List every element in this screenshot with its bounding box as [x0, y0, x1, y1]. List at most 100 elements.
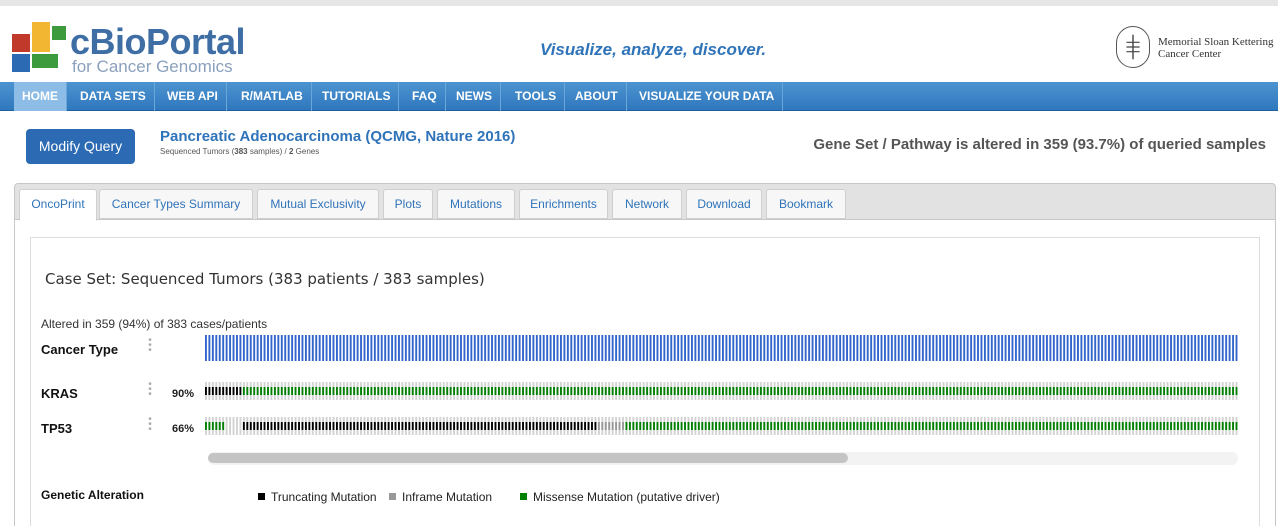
kras-alteration-cell	[487, 387, 490, 395]
study-subtitle: Sequenced Tumors (383 samples) / 2 Genes	[160, 147, 319, 156]
cancer-type-cell	[525, 335, 528, 361]
tp53-alteration-cell	[780, 422, 783, 430]
kras-alteration-cell	[687, 387, 690, 395]
cancer-type-cell	[580, 335, 583, 361]
tp53-alteration-cell	[911, 422, 914, 430]
kras-alteration-cell	[577, 387, 580, 395]
kras-alteration-cell	[1039, 387, 1041, 395]
cancer-type-cell	[342, 335, 345, 361]
kras-alteration-cell	[863, 387, 866, 395]
kras-alteration-cell	[1228, 387, 1231, 395]
cancer-type-cell	[267, 335, 269, 361]
nav-web-api[interactable]: WEB API	[159, 82, 227, 111]
kras-alteration-cell	[1180, 387, 1183, 395]
cancer-type-cell	[835, 335, 838, 361]
nav-home[interactable]: HOME	[14, 82, 67, 111]
tab-mutual-exclusivity[interactable]: Mutual Exclusivity	[257, 189, 379, 219]
cbioportal-logo-icon[interactable]	[12, 22, 66, 74]
study-title[interactable]: Pancreatic Adenocarcinoma (QCMG, Nature …	[160, 128, 515, 145]
kras-alteration-cell	[294, 387, 297, 395]
nav-visualize-your-data[interactable]: VISUALIZE YOUR DATA	[631, 82, 784, 111]
tp53-alteration-cell	[1025, 422, 1028, 430]
cancer-type-cell	[987, 335, 990, 361]
tp53-alteration-cell	[1018, 422, 1021, 430]
cancer-type-cell	[411, 335, 414, 361]
kras-alteration-cell	[463, 387, 466, 395]
tp53-alteration-cell	[1156, 422, 1159, 430]
nav-r-matlab[interactable]: R/MATLAB	[233, 82, 312, 111]
cancer-type-cell	[932, 335, 935, 361]
tp53-alteration-cell	[1083, 422, 1086, 430]
modify-query-button[interactable]: Modify Query	[26, 129, 135, 164]
cancer-type-cell	[1187, 335, 1190, 361]
cancer-type-cell	[859, 335, 862, 361]
site-header: cBioPortal for Cancer Genomics Visualize…	[0, 6, 1278, 78]
kras-alteration-cell	[1142, 387, 1145, 395]
tp53-alteration-cell	[508, 422, 511, 430]
cancer-type-cell	[573, 335, 576, 361]
tp53-alteration-cell	[1152, 422, 1155, 430]
nav-about[interactable]: ABOUT	[567, 82, 627, 111]
cancer-type-cell	[553, 335, 556, 361]
cancer-type-cell	[632, 335, 635, 361]
tp53-alteration-cell	[687, 422, 690, 430]
track-menu-icon[interactable]: • • •	[148, 380, 152, 400]
kras-alteration-cell	[794, 387, 797, 395]
tp53-alteration-cell	[966, 422, 969, 430]
tab-plots[interactable]: Plots	[383, 189, 433, 219]
kras-alteration-cell	[236, 387, 238, 395]
tp53-alteration-cell	[728, 422, 731, 430]
cancer-type-cell	[1070, 335, 1073, 361]
kras-alteration-cell	[1018, 387, 1021, 395]
brand-title[interactable]: cBioPortal	[70, 24, 246, 60]
tp53-alteration-cell	[739, 422, 742, 430]
cancer-type-cell	[759, 335, 762, 361]
kras-alteration-cell	[1173, 387, 1176, 395]
tp53-alteration-cell	[484, 422, 487, 430]
nav-data-sets[interactable]: DATA SETS	[72, 82, 155, 111]
cancer-type-cell	[1042, 335, 1045, 361]
tp53-alteration-cell	[697, 422, 700, 430]
cancer-type-cell	[1087, 335, 1090, 361]
scrollbar-thumb[interactable]	[208, 453, 848, 463]
track-menu-icon[interactable]: • • •	[148, 415, 152, 435]
tp53-alteration-cell	[715, 422, 718, 430]
tab-oncoprint[interactable]: OncoPrint	[19, 189, 97, 221]
kras-alteration-cell	[646, 387, 649, 395]
kras-alteration-cell	[983, 387, 986, 395]
cancer-type-cell	[1139, 335, 1141, 361]
tab-network[interactable]: Network	[612, 189, 682, 219]
tab-download[interactable]: Download	[686, 189, 762, 219]
tab-bookmark[interactable]: Bookmark	[766, 189, 846, 219]
nav-tutorials[interactable]: TUTORIALS	[314, 82, 400, 111]
kras-alteration-cell	[987, 387, 990, 395]
tab-enrichments[interactable]: Enrichments	[519, 189, 608, 219]
cancer-type-cell	[1045, 335, 1048, 361]
nav-tools[interactable]: TOOLS	[507, 82, 566, 111]
kras-alteration-cell	[222, 387, 225, 395]
cancer-type-cell	[353, 335, 356, 361]
kras-alteration-cell	[618, 387, 621, 395]
legend-item: Truncating Mutation	[258, 490, 377, 504]
kras-alteration-cell	[963, 387, 966, 395]
nav-news[interactable]: NEWS	[448, 82, 501, 111]
tp53-alteration-cell	[273, 422, 276, 430]
tp53-alteration-cell	[894, 422, 897, 430]
cancer-type-cell	[990, 335, 993, 361]
track-menu-icon[interactable]: • • •	[148, 336, 152, 356]
legend-swatch-icon	[520, 493, 527, 500]
cancer-type-cell	[370, 335, 373, 361]
kras-alteration-cell	[504, 387, 507, 395]
cancer-type-cell	[232, 335, 235, 361]
mskcc-seal-icon[interactable]	[1116, 26, 1150, 68]
tab-mutations[interactable]: Mutations	[437, 189, 515, 219]
oncoprint-heatmap[interactable]	[205, 335, 1239, 439]
nav-faq[interactable]: FAQ	[404, 82, 446, 111]
cancer-type-cell	[673, 335, 676, 361]
kras-alteration-cell	[770, 387, 773, 395]
tp53-alteration-cell	[435, 422, 438, 430]
kras-alteration-cell	[942, 387, 945, 395]
tab-cancer-types-summary[interactable]: Cancer Types Summary	[99, 189, 253, 219]
tp53-alteration-cell	[480, 422, 483, 430]
kras-alteration-cell	[704, 387, 707, 395]
